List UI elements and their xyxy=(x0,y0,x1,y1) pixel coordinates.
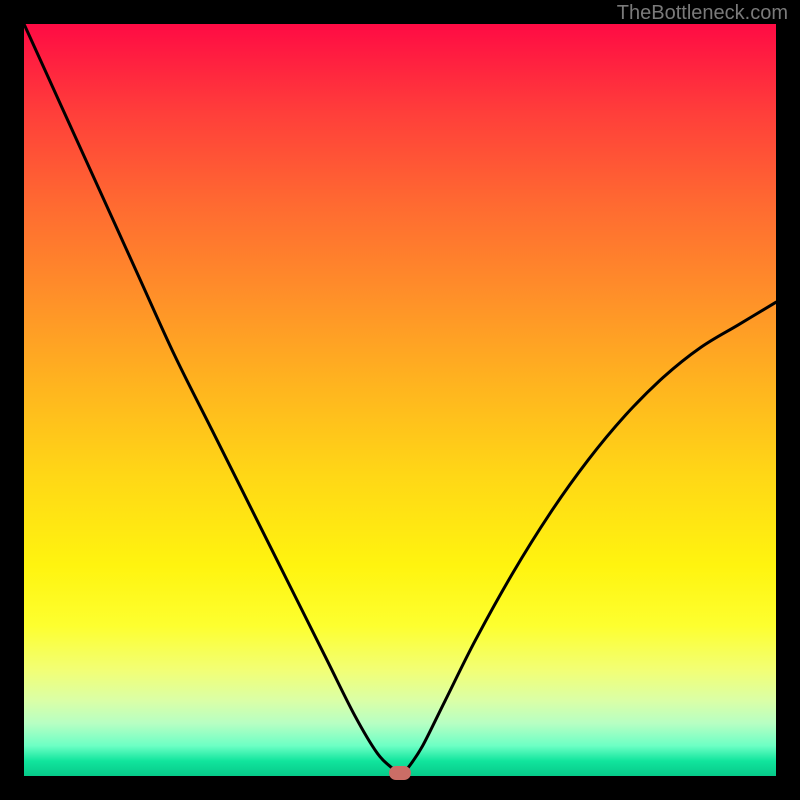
plot-area xyxy=(24,24,776,776)
curve-svg xyxy=(24,24,776,776)
chart-container: TheBottleneck.com xyxy=(0,0,800,800)
watermark-text: TheBottleneck.com xyxy=(617,2,788,25)
optimum-marker xyxy=(389,766,411,780)
bottleneck-curve-path xyxy=(24,24,776,776)
